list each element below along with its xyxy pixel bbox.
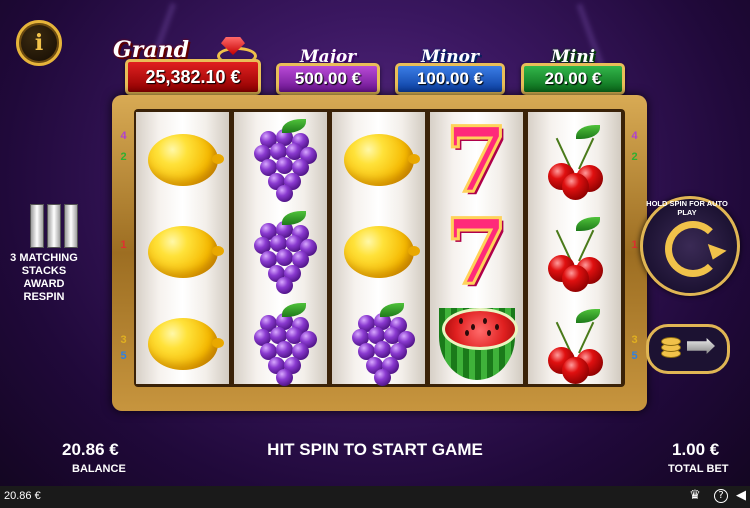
watermelon-symbol: [438, 308, 518, 380]
reel-4: 77: [430, 112, 523, 384]
jackpot-grand-value: 25,382.10 €: [125, 59, 261, 95]
reel-cell: [332, 114, 425, 206]
jackpot-major-value: 500.00 €: [276, 63, 380, 95]
status-bar: 20.86 € ♛ ? ◀: [0, 486, 750, 508]
grapes-symbol: [246, 211, 317, 294]
reel-cell: [528, 114, 621, 206]
reel-cell: [528, 298, 621, 387]
payline-marker: 5: [631, 350, 638, 362]
lemon-symbol: [147, 226, 224, 278]
reel-cell: [528, 206, 621, 298]
stacks-icon: [30, 204, 78, 248]
balance-label: BALANCE: [72, 463, 126, 475]
autoplay-hint: HOLD SPIN FOR AUTO PLAY: [646, 199, 728, 217]
reel-cell: [332, 206, 425, 298]
seven-symbol: 7: [444, 109, 510, 213]
reel-1: [136, 112, 229, 384]
lemon-symbol: [147, 134, 224, 186]
reel-cell: [234, 206, 327, 298]
game-message: HIT SPIN TO START GAME: [267, 440, 483, 459]
total-bet-value: 1.00 €: [672, 440, 720, 459]
lemon-symbol: [343, 134, 420, 186]
feature-text: 3 MATCHING STACKS AWARD RESPIN: [10, 252, 78, 303]
reel-cell: [136, 206, 229, 298]
seven-symbol: 7: [444, 199, 510, 305]
reel-2: [234, 112, 327, 387]
reel-frame: 77 42135 42135: [112, 95, 647, 411]
crown-icon[interactable]: ♛: [688, 489, 702, 503]
cherries-symbol: [540, 305, 610, 384]
coins-icon: [661, 337, 681, 346]
arrow-icon: [687, 338, 715, 354]
reel-cell: 7: [430, 109, 523, 213]
grapes-symbol: [246, 303, 317, 386]
payline-marker: 4: [631, 130, 638, 142]
jackpot-minor-value: 100.00 €: [395, 63, 505, 95]
reel-cell: [136, 298, 229, 387]
grapes-symbol: [246, 119, 317, 202]
info-button[interactable]: i: [16, 20, 62, 66]
lemon-symbol: [343, 226, 420, 278]
payline-marker: 3: [120, 334, 127, 346]
status-balance: 20.86 €: [4, 490, 41, 502]
jackpot-grand: Grand 25,382.10 €: [113, 37, 261, 95]
bet-button[interactable]: [646, 324, 730, 374]
reel-area: 77: [134, 109, 625, 387]
jackpot-minor: Minor 100.00 €: [395, 47, 505, 95]
payline-marker: 2: [631, 151, 638, 163]
reel-cell: [136, 114, 229, 206]
reel-cell: [234, 298, 327, 387]
reel-5: [528, 112, 621, 384]
cherries-symbol: [540, 121, 610, 200]
reel-cell: [332, 298, 425, 387]
reel-cell: [430, 298, 523, 387]
payline-marker: 5: [120, 350, 127, 362]
payline-marker: 3: [631, 334, 638, 346]
payline-marker: 2: [120, 151, 127, 163]
cherries-symbol: [540, 213, 610, 292]
help-icon[interactable]: ?: [714, 489, 728, 503]
speaker-icon[interactable]: ◀: [734, 489, 748, 503]
balance-value: 20.86 €: [62, 440, 119, 459]
payline-marker: 1: [120, 239, 127, 251]
info-icon: i: [34, 30, 44, 56]
jackpot-mini: Mini 20.00 €: [521, 47, 625, 95]
reel-3: [332, 112, 425, 387]
jackpot-major: Major 500.00 €: [276, 47, 380, 95]
reel-cell: [234, 114, 327, 206]
reel-cell: 7: [430, 199, 523, 305]
grapes-symbol: [344, 303, 415, 386]
total-bet-label: TOTAL BET: [668, 463, 729, 475]
payline-marker: 4: [120, 130, 127, 142]
jackpot-mini-value: 20.00 €: [521, 63, 625, 95]
lemon-symbol: [147, 318, 224, 370]
